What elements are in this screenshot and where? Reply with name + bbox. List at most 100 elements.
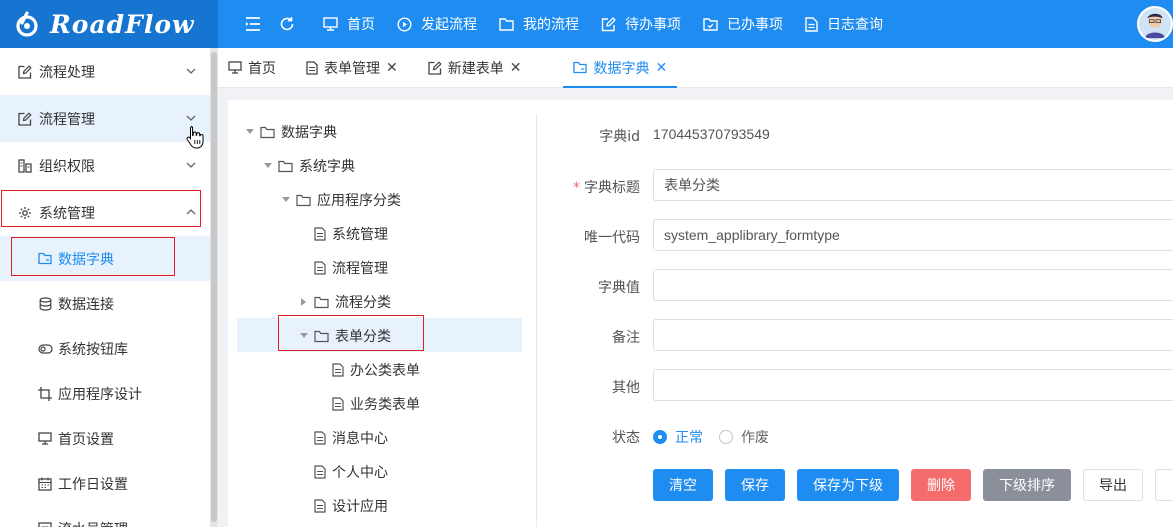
sidebar-group-system-manage[interactable]: 系统管理 [0,189,210,236]
radio-checked-icon [653,430,667,444]
tree-node-label: 消息中心 [332,431,388,447]
sidebar-item-app-design[interactable]: 应用程序设计 [0,371,210,416]
save-button[interactable]: 保存 [725,469,785,501]
caret-down-icon[interactable] [260,163,276,169]
document-icon [332,363,344,377]
dict-id-value: 170445370793549 [653,126,770,142]
unique-code-label: 唯一代码 [584,230,640,246]
chevron-up-icon [186,205,196,221]
tree-node-selected[interactable]: 表单分类 [296,319,391,353]
close-icon[interactable]: ✕ [386,60,398,76]
other-label: 其他 [612,380,640,396]
sidebar-item-data-connection[interactable]: 数据连接 [0,281,210,326]
sidebar-group-org-permission[interactable]: 组织权限 [0,142,210,189]
nav-done[interactable]: 已办事项 [692,0,794,48]
export-button[interactable]: 导出 [1083,469,1143,501]
tree-node[interactable]: 系统字典 [260,149,355,183]
tab-home[interactable]: 首页 [218,48,286,87]
document-icon [314,465,326,479]
radio-label: 正常 [675,430,703,446]
tab-form-manage[interactable]: 表单管理 ✕ [296,48,408,87]
sidebar-item-button-library[interactable]: 系统按钮库 [0,326,210,371]
tree-node[interactable]: 消息中心 [296,421,388,455]
document-icon [314,227,326,241]
sidebar: 流程处理 流程管理 组织权限 系统管理 数据字典 数据连接 系统按钮库 应用程序… [0,48,210,527]
tree-node[interactable]: 办公类表单 [314,353,420,387]
sidebar-item-data-dictionary[interactable]: 数据字典 [0,236,210,281]
tree-node[interactable]: 数据字典 [242,115,337,149]
tree-node[interactable]: 系统管理 [296,217,388,251]
close-icon[interactable]: ✕ [655,60,667,76]
edit-icon [17,111,33,126]
dict-title-label: * 字典标题 [573,180,640,196]
document-icon [332,397,344,411]
sidebar-group-label: 组织权限 [39,158,95,175]
tab-bar: 首页 表单管理 ✕ 新建表单 ✕ 数据字典 ✕ [218,48,1173,88]
tab-label: 表单管理 [324,60,380,77]
list-icon [37,521,53,527]
nav-home-label: 首页 [347,17,375,33]
tree-node-label: 业务类表单 [350,397,420,413]
tree-node[interactable]: 设计应用 [296,489,388,523]
caret-down-icon[interactable] [278,197,294,203]
menu-toggle-icon[interactable] [236,0,270,48]
sidebar-scrollbar-thumb[interactable] [211,52,217,522]
clear-button[interactable]: 清空 [653,469,713,501]
other-input[interactable] [653,369,1173,401]
sidebar-item-label: 系统按钮库 [58,341,128,358]
sidebar-item-home-settings[interactable]: 首页设置 [0,416,210,461]
tab-label: 首页 [248,60,276,77]
close-icon[interactable]: ✕ [510,60,522,76]
tab-data-dictionary[interactable]: 数据字典 ✕ [563,48,677,88]
sidebar-group-flow-process[interactable]: 流程处理 [0,48,210,95]
tab-new-form[interactable]: 新建表单 ✕ [418,48,532,87]
note-label: 备注 [612,330,640,346]
more-button[interactable] [1155,469,1173,501]
caret-down-icon[interactable] [296,333,312,339]
sidebar-group-flow-manage[interactable]: 流程管理 [0,95,210,142]
brand-logo[interactable]: RoadFlow [0,0,218,48]
document-icon [314,499,326,513]
nav-home[interactable]: 首页 [312,0,386,48]
caret-down-icon[interactable] [242,129,258,135]
dict-title-input[interactable]: 表单分类 [653,169,1173,201]
tree-node[interactable]: 应用程序分类 [278,183,401,217]
sidebar-item-workday-settings[interactable]: 工作日设置 [0,461,210,506]
delete-button[interactable]: 删除 [911,469,971,501]
tree-node-label: 系统字典 [299,159,355,175]
save-as-child-button[interactable]: 保存为下级 [797,469,899,501]
tab-label: 数据字典 [593,60,650,77]
toggle-icon [37,343,53,354]
tree-node-label: 设计应用 [332,499,388,515]
sidebar-item-label: 流水号管理 [58,519,128,527]
tree-node[interactable]: 流程分类 [296,285,391,319]
sidebar-item-label: 应用程序设计 [58,386,142,403]
dict-value-input[interactable] [653,269,1173,301]
status-radio-normal[interactable]: 正常 [653,427,703,447]
sort-children-button[interactable]: 下级排序 [983,469,1071,501]
panel-divider [536,114,537,527]
sidebar-item-serial-number[interactable]: 流水号管理 [0,506,210,527]
note-input[interactable] [653,319,1173,351]
tree-node[interactable]: 流程管理 [296,251,388,285]
nav-start-flow[interactable]: 发起流程 [386,0,488,48]
status-radio-void[interactable]: 作废 [719,427,769,447]
nav-my-flow[interactable]: 我的流程 [488,0,590,48]
play-circle-icon [397,16,412,32]
monitor-icon [228,61,242,74]
nav-log[interactable]: 日志查询 [794,0,894,48]
sidebar-item-label: 数据字典 [58,251,114,268]
sidebar-item-label: 数据连接 [58,296,114,313]
calendar-icon [37,477,53,491]
tree-node[interactable]: 业务类表单 [314,387,420,421]
caret-right-icon[interactable] [296,298,312,306]
folder-icon [37,252,53,265]
unique-code-input[interactable]: system_applibrary_formtype [653,219,1173,251]
sidebar-group-label: 系统管理 [39,205,95,222]
tree-node[interactable]: 个人中心 [296,455,388,489]
nav-todo[interactable]: 待办事项 [590,0,692,48]
folder-icon [278,160,293,173]
refresh-icon[interactable] [270,0,304,48]
tree-node-label: 办公类表单 [350,363,420,379]
user-avatar[interactable] [1137,6,1173,42]
